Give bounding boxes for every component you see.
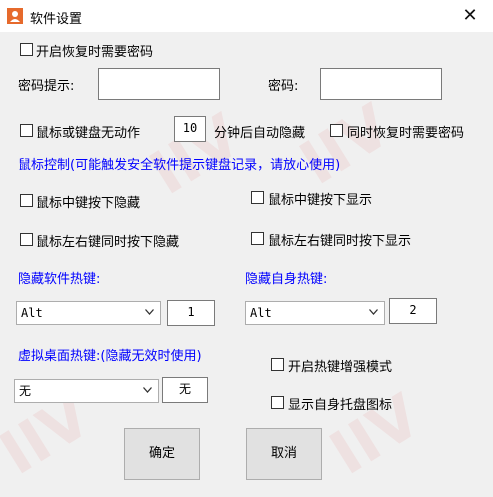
ok-button[interactable]: 确定	[124, 428, 200, 480]
tray-icon-checkbox[interactable]	[271, 396, 284, 409]
chevron-down-icon	[369, 309, 378, 315]
lr-show-label: 鼠标左右键同时按下显示	[268, 234, 412, 249]
idle-require-password-label: 同时恢复时需要密码	[347, 126, 465, 141]
window-title: 软件设置	[30, 12, 83, 27]
lr-hide-label: 鼠标左右键同时按下隐藏	[36, 235, 180, 250]
title-bar: 软件设置 ✕	[0, 0, 493, 32]
idle-minutes-input[interactable]: 10	[174, 116, 206, 142]
lr-hide-checkbox[interactable]	[20, 233, 33, 246]
password-hint-label: 密码提示:	[18, 79, 75, 94]
middle-show-label: 鼠标中键按下显示	[268, 193, 373, 208]
user-icon	[7, 8, 23, 24]
password-hint-input[interactable]	[98, 68, 220, 100]
hide-app-key-input[interactable]: 1	[167, 300, 215, 326]
require-password-checkbox[interactable]	[20, 43, 33, 56]
hide-app-hotkey-label: 隐藏软件热键:	[18, 272, 101, 287]
virtual-desktop-key-input[interactable]: 无	[162, 377, 208, 403]
enhanced-mode-checkbox[interactable]	[271, 358, 284, 371]
middle-show-checkbox[interactable]	[251, 191, 264, 204]
mouse-control-heading: 鼠标控制(可能触发安全软件提示键盘记录，请放心使用)	[18, 158, 341, 173]
idle-require-password-checkbox[interactable]	[330, 124, 343, 137]
cancel-button[interactable]: 取消	[246, 428, 322, 480]
close-icon[interactable]: ✕	[447, 1, 493, 31]
chevron-down-icon	[145, 309, 154, 315]
hide-app-modifier-value: Alt	[21, 306, 43, 320]
middle-hide-label: 鼠标中键按下隐藏	[36, 196, 141, 211]
hide-self-hotkey-label: 隐藏自身热键:	[245, 272, 328, 287]
enhanced-mode-label: 开启热键增强模式	[288, 360, 393, 375]
middle-hide-checkbox[interactable]	[20, 194, 33, 207]
chevron-down-icon	[143, 387, 152, 393]
watermark-logo: IIV	[288, 91, 403, 199]
virtual-desktop-modifier-value: 无	[19, 384, 32, 398]
virtual-desktop-hotkey-label: 虚拟桌面热键:(隐藏无效时使用)	[18, 349, 202, 364]
idle-hide-label: 鼠标或键盘无动作	[36, 126, 141, 141]
password-label: 密码:	[268, 79, 299, 94]
password-input[interactable]	[320, 68, 442, 100]
require-password-label: 开启恢复时需要密码	[36, 45, 154, 60]
settings-window: IIV IIV IIV IIV 软件设置 ✕ 开启恢复时需要密码 密码提示: 密…	[0, 0, 493, 497]
hide-self-key-input[interactable]: 2	[389, 298, 437, 324]
hide-self-modifier-value: Alt	[250, 306, 272, 320]
idle-hide-checkbox[interactable]	[20, 124, 33, 137]
virtual-desktop-modifier-select[interactable]: 无	[14, 379, 159, 403]
lr-show-checkbox[interactable]	[251, 232, 264, 245]
hide-app-modifier-select[interactable]: Alt	[16, 301, 161, 325]
hide-self-modifier-select[interactable]: Alt	[245, 301, 385, 325]
idle-after-label: 分钟后自动隐藏	[214, 126, 306, 141]
tray-icon-label: 显示自身托盘图标	[288, 398, 393, 413]
